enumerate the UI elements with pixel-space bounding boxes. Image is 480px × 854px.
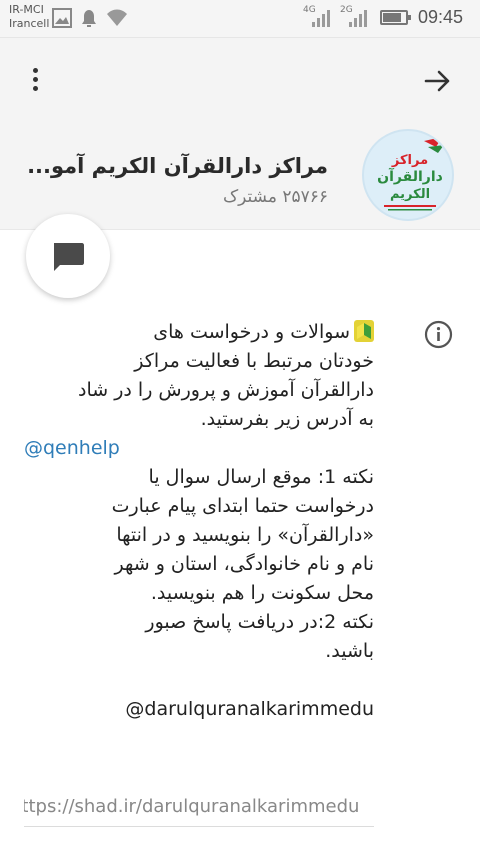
arrow-right-icon: [424, 70, 450, 92]
note-line: محل سکونت را هم بنویسید.: [150, 582, 374, 604]
menu-dot: [33, 86, 38, 91]
note-line: نکته 2:در دریافت پاسخ صبور: [145, 611, 374, 633]
status-bar: IR-MCI Irancell 4G 2G 09:45: [0, 0, 480, 38]
channel-logo: مراکز دارالقرآن الکریم: [377, 137, 444, 211]
notification-icon: [79, 8, 99, 32]
logo-line-3: الکریم: [390, 187, 430, 202]
divider: [24, 826, 374, 827]
gallery-icon: [52, 8, 72, 32]
help-handle-link[interactable]: @qenhelp: [24, 434, 374, 463]
description-line: سوالات و درخواست های: [24, 318, 374, 347]
wifi-icon: [106, 8, 128, 32]
toolbar: [0, 38, 480, 124]
subscriber-count: ۲۵۷۶۶ مشترک: [222, 187, 328, 207]
carrier-label: IR-MCI Irancell: [9, 3, 49, 31]
more-options-button[interactable]: [20, 62, 50, 98]
description-line: خودتان مرتبط با فعالیت مراکز: [134, 350, 374, 372]
note-line: نام و نام خانوادگی، استان و شهر: [114, 553, 375, 575]
note-line: باشید.: [325, 640, 374, 662]
carrier-name-1: IR-MCI: [9, 3, 44, 16]
channel-handle: @darulquranalkarimmedu: [125, 698, 374, 720]
description-text: سوالات و درخواست های: [153, 321, 350, 343]
logo-line-2: دارالقرآن: [377, 167, 443, 185]
battery-icon: [380, 10, 411, 25]
more-vertical-icon: [33, 68, 38, 73]
description-line: به آدرس زیر بفرستید.: [200, 408, 374, 430]
channel-title: مراکز دارالقرآن الکریم آمو...: [27, 154, 328, 178]
open-chat-button[interactable]: [26, 214, 110, 298]
signal-2-icon: [349, 9, 367, 27]
signal-1-icon: [312, 9, 330, 27]
menu-dot: [33, 77, 38, 82]
carrier-name-2: Irancell: [9, 17, 50, 30]
beginner-badge-icon: [354, 320, 374, 342]
description-line: دارالقرآن آموزش و پرورش را در شاد: [78, 379, 374, 401]
clock: 09:45: [418, 7, 464, 27]
back-button[interactable]: [420, 63, 456, 99]
channel-description: سوالات و درخواست های خودتان مرتبط با فعا…: [24, 318, 374, 724]
logo-line-1: مراکز: [391, 153, 428, 168]
note-line: درخواست حتما ابتدای پیام عبارت: [111, 495, 374, 517]
note-line: نکته 1: موقع ارسال سوال یا: [148, 466, 374, 488]
info-icon: [424, 320, 453, 349]
channel-url-link[interactable]: https://shad.ir/darulquranalkarimmedu: [24, 796, 374, 817]
channel-avatar[interactable]: مراکز دارالقرآن الکریم: [362, 129, 454, 221]
note-line: «دارالقرآن» را بنویسید و در انتها: [116, 524, 374, 546]
chat-bubble-icon: [54, 243, 84, 271]
